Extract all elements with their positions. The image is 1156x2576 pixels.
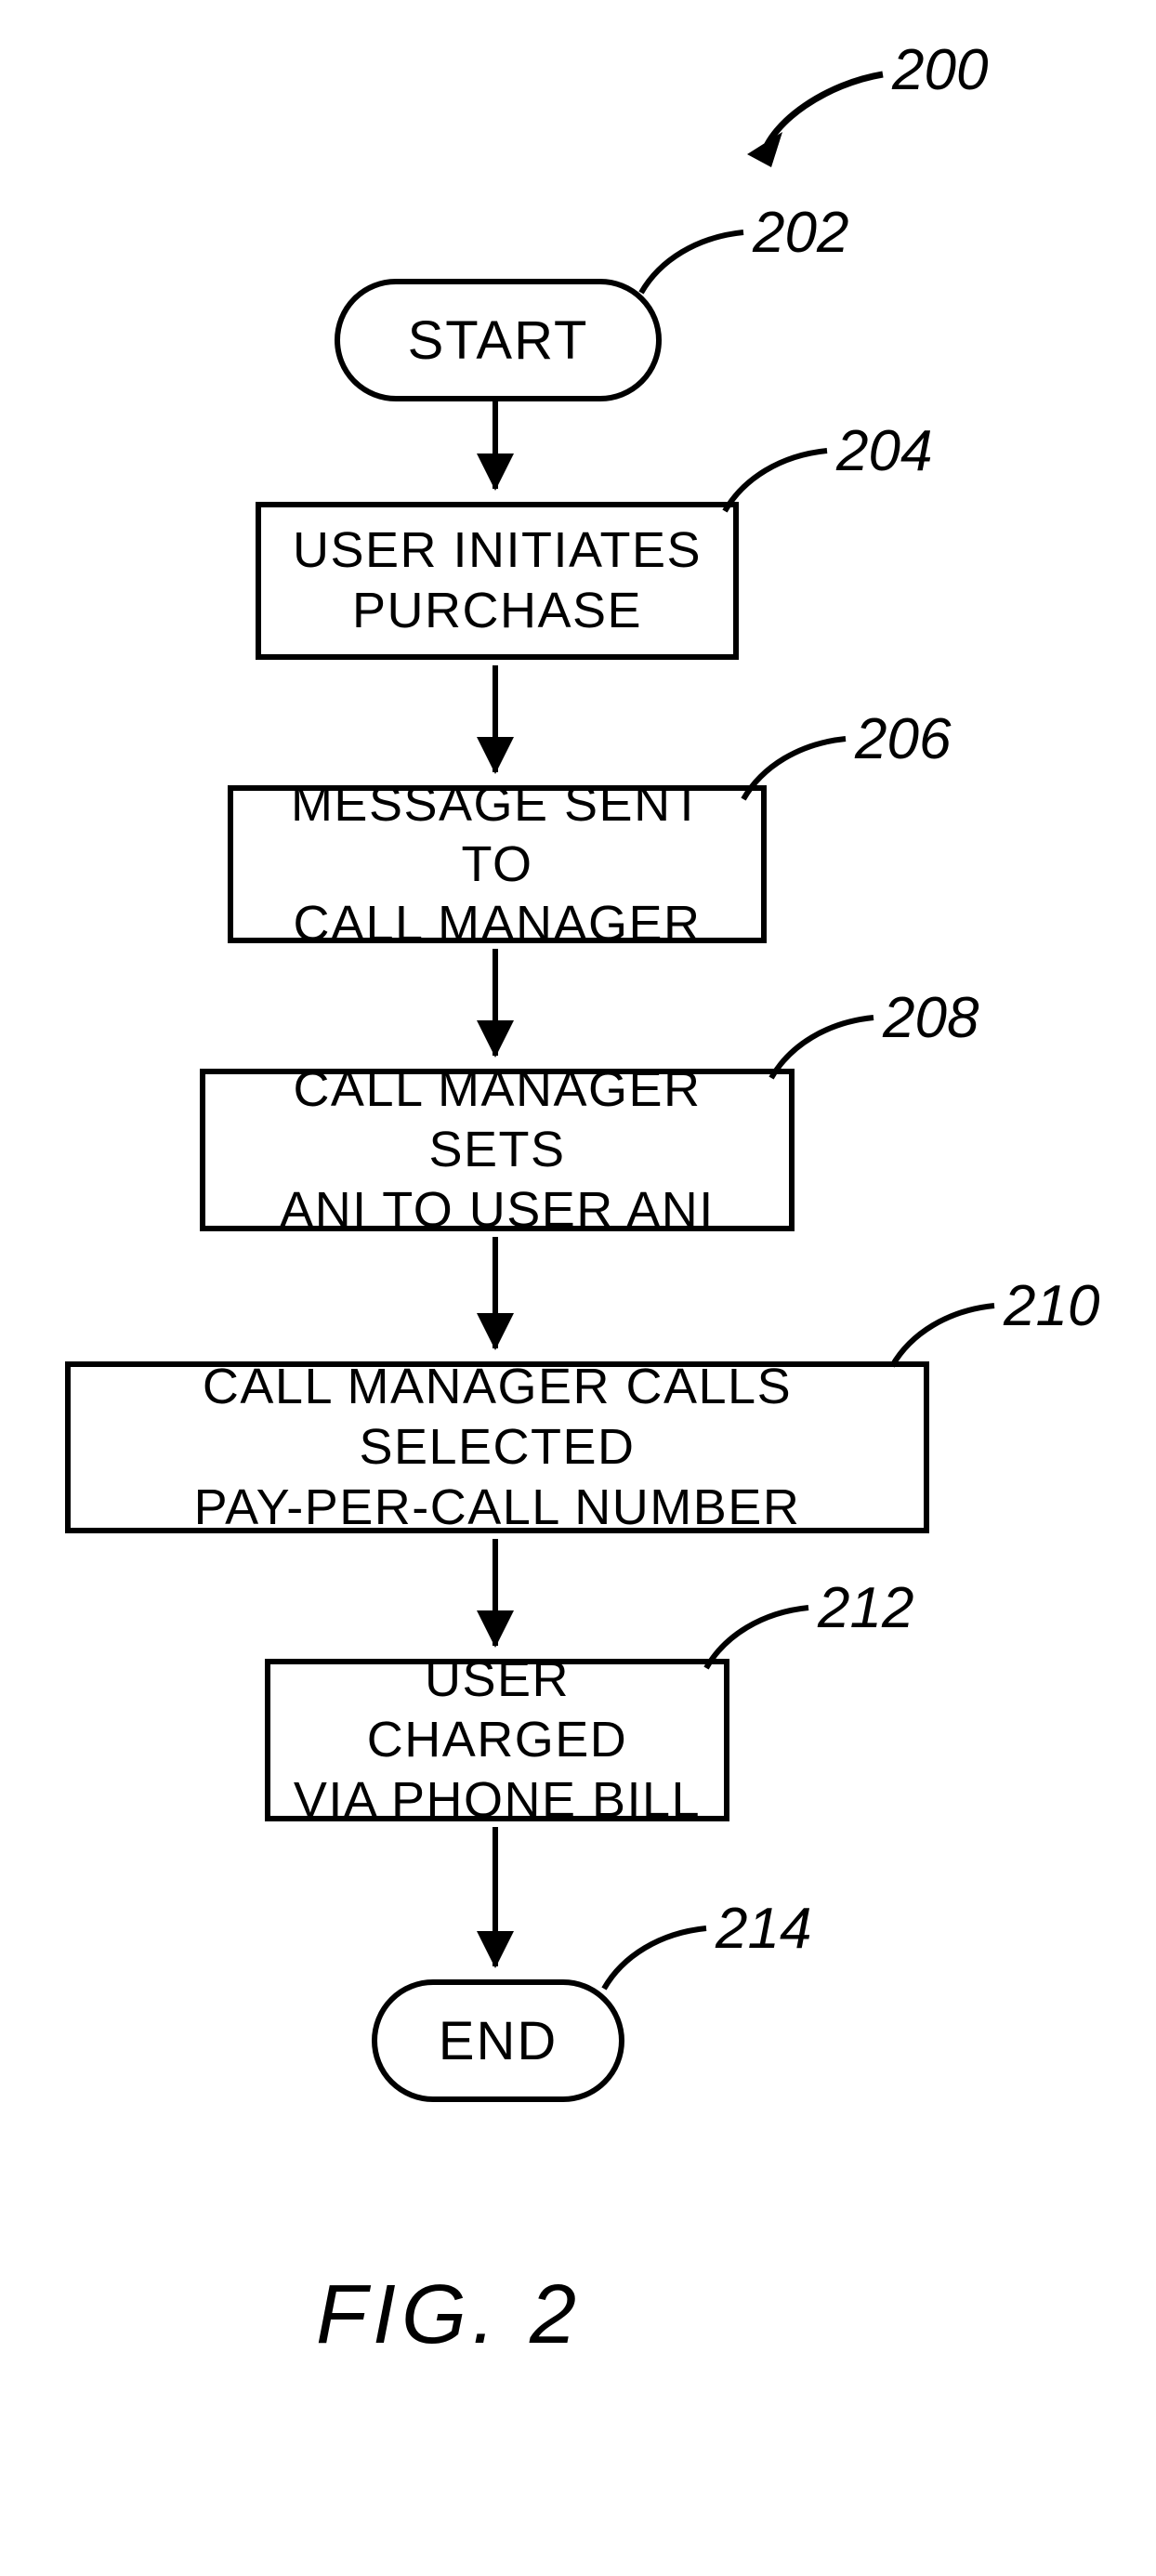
arrow-s4-s5 (493, 1539, 498, 1646)
step-s4-text: CALL MANAGER CALLS SELECTED PAY-PER-CALL… (89, 1357, 905, 1537)
ref-number-210: 210 (1004, 1273, 1099, 1339)
ref-number-212: 212 (818, 1575, 913, 1641)
terminator-start: START (335, 279, 662, 401)
ref-leader-208 (762, 1013, 883, 1087)
step-message-sent: MESSAGE SENT TO CALL MANAGER (228, 785, 767, 943)
ref-number-204: 204 (836, 418, 932, 484)
ref-leader-204 (716, 446, 836, 520)
ref-leader-210 (883, 1301, 1004, 1375)
ref-number-214: 214 (716, 1896, 811, 1962)
arrow-s3-s4 (493, 1237, 498, 1348)
arrow-start-s1 (493, 396, 498, 489)
step-call-manager-sets-ani: CALL MANAGER SETS ANI TO USER ANI (200, 1069, 795, 1231)
terminator-end: END (372, 1979, 624, 2102)
ref-number-208: 208 (883, 985, 979, 1051)
arrow-s5-end (493, 1827, 498, 1966)
step-s2-text: MESSAGE SENT TO CALL MANAGER (252, 774, 742, 954)
arrow-s1-s2 (493, 665, 498, 772)
step-s5-text: USER CHARGED VIA PHONE BILL (289, 1649, 705, 1830)
page-ref-swoosh (743, 65, 892, 167)
step-s3-text: CALL MANAGER SETS ANI TO USER ANI (224, 1059, 770, 1240)
step-user-charged: USER CHARGED VIA PHONE BILL (265, 1659, 729, 1821)
step-s1-text: USER INITIATES PURCHASE (293, 520, 702, 641)
terminator-start-text: START (408, 309, 589, 372)
step-user-initiates-purchase: USER INITIATES PURCHASE (256, 502, 739, 660)
ref-leader-212 (697, 1603, 818, 1677)
terminator-end-text: END (439, 2010, 558, 2072)
step-call-ppc-number: CALL MANAGER CALLS SELECTED PAY-PER-CALL… (65, 1361, 929, 1533)
ref-number-206: 206 (855, 706, 951, 772)
ref-leader-202 (632, 228, 753, 302)
arrow-s2-s3 (493, 949, 498, 1056)
ref-leader-214 (595, 1924, 716, 1998)
figure-caption: FIG. 2 (316, 2267, 582, 2363)
ref-number-202: 202 (753, 200, 848, 266)
ref-leader-206 (734, 734, 855, 808)
flowchart: 200 START 202 USER INITIATES PURCHASE 20… (0, 0, 1156, 2576)
page-ref-number: 200 (892, 37, 988, 103)
